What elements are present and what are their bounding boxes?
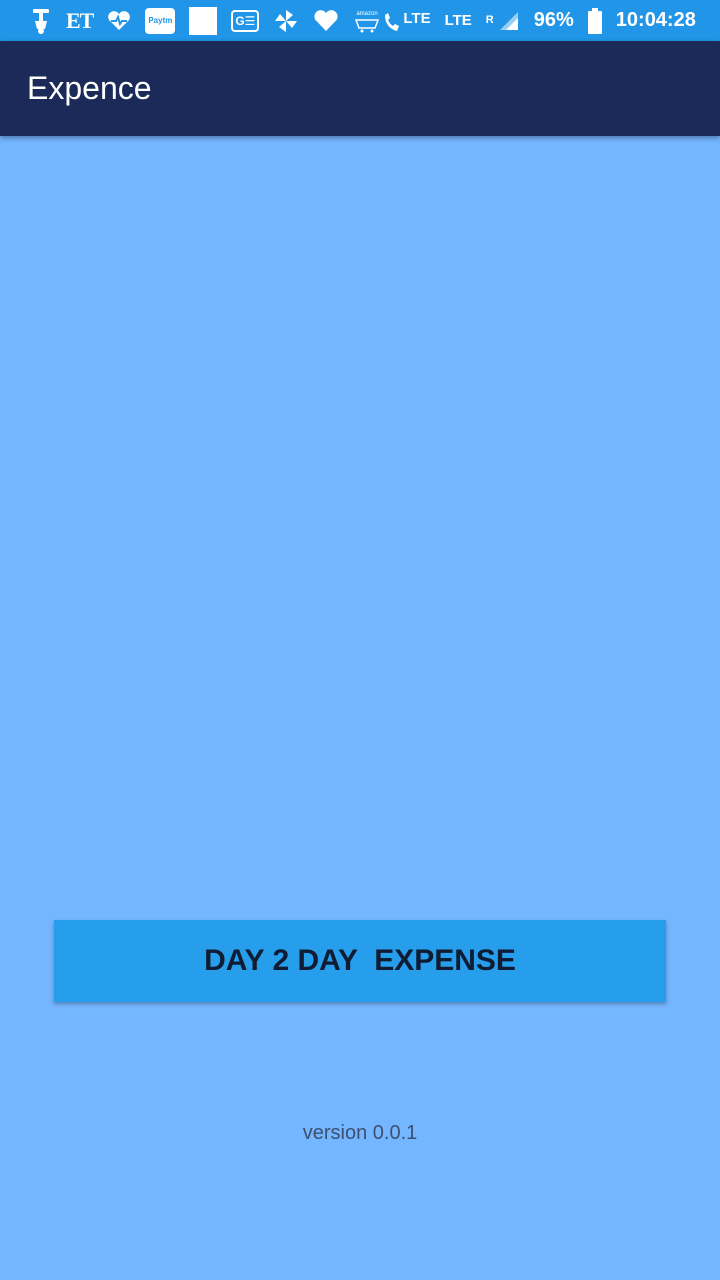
roaming-indicator: R [485,13,494,26]
et-logo-icon: ET [66,7,94,33]
battery-icon [587,6,602,36]
paytm-label: Paytm [145,7,176,34]
pinwheel-icon [273,6,299,36]
lte-label-1: LTE [403,9,431,27]
app-bar: Expence [0,41,720,136]
svg-text:amazon: amazon [357,11,378,17]
paytm-icon: Paytm [145,6,176,36]
clock: 10:04:28 [615,9,696,31]
amazon-cart-icon: amazon [353,6,381,36]
heart-pulse-icon [107,6,131,36]
day-2-day-expense-button[interactable]: DAY 2 DAY EXPENSE [54,920,666,1002]
ge-label: G☰ [231,9,260,32]
ge-icon: G☰ [231,6,260,36]
heart-icon [313,6,339,36]
battery-percentage: 96% [533,9,574,31]
lte-label-2: LTE [444,12,472,29]
status-bar: ET Paytm G☰ amazon LTE LTE R 96% 10:04:2… [0,0,720,41]
signal-icon [498,6,520,36]
version-label: version 0.0.1 [302,1122,418,1144]
scooter-icon [30,6,52,36]
volte-call-icon: LTE [381,6,431,36]
notification-icons: ET Paytm G☰ amazon [30,6,381,36]
system-indicators: LTE LTE R 96% 10:04:28 [381,6,696,36]
blank-square-icon [189,6,218,36]
app-title: Expence [27,70,152,106]
